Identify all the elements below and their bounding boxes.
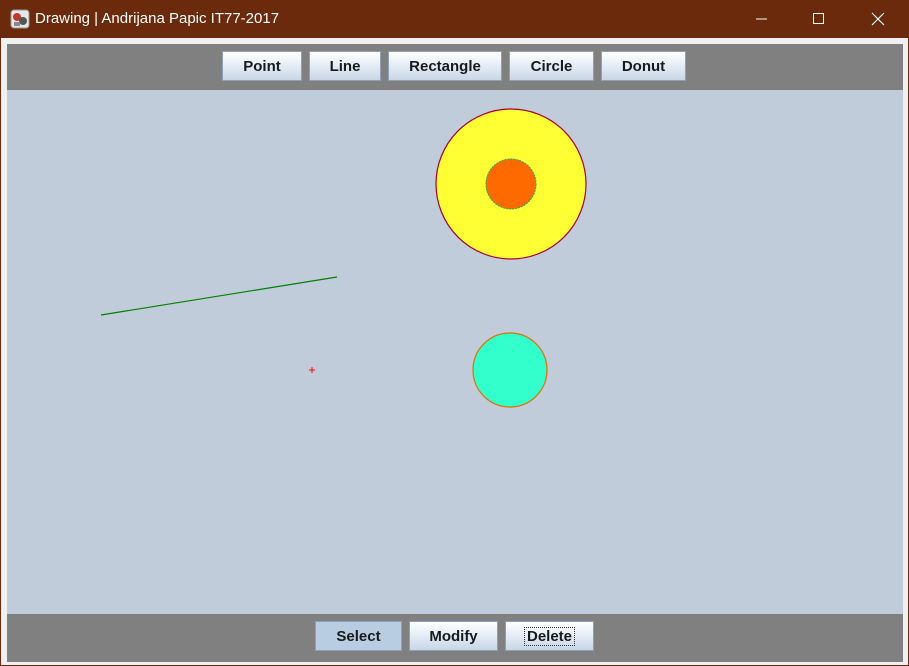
rectangle-button-label: Rectangle (409, 57, 481, 75)
title-bar[interactable]: Drawing | Andrijana Papic IT77-2017 (0, 0, 909, 38)
line-button[interactable]: Line (309, 51, 381, 81)
close-icon (871, 12, 885, 26)
select-button[interactable]: Select (315, 621, 402, 651)
maximize-icon (813, 13, 824, 24)
line-button-label: Line (329, 57, 361, 75)
canvas-surface[interactable] (7, 90, 903, 614)
shape-toolbar: Point Line Rectangle Circle Donut (7, 44, 903, 90)
delete-button-label: Delete (523, 626, 576, 646)
window-title: Drawing | Andrijana Papic IT77-2017 (35, 10, 280, 27)
circle-shape[interactable] (472, 332, 548, 408)
app-window: Drawing | Andrijana Papic IT77-2017 Poin… (0, 0, 909, 666)
window-content: Point Line Rectangle Circle Donut Select… (1, 38, 908, 665)
donut-button-label: Donut (621, 57, 666, 75)
minimize-button[interactable] (733, 0, 791, 38)
minimize-icon (756, 18, 767, 20)
donut-button[interactable]: Donut (601, 51, 686, 81)
point-button-label: Point (243, 57, 281, 75)
drawing-canvas[interactable] (7, 90, 903, 614)
modify-button[interactable]: Modify (409, 621, 498, 651)
app-drawing-icon (10, 9, 30, 29)
action-toolbar: Select Modify Delete (7, 614, 903, 662)
delete-button[interactable]: Delete (505, 621, 594, 651)
close-button[interactable] (849, 0, 907, 38)
modify-button-label: Modify (429, 627, 478, 645)
line-shape[interactable] (100, 276, 338, 316)
circle-button[interactable]: Circle (509, 51, 594, 81)
circle-button-label: Circle (530, 57, 573, 75)
rectangle-button[interactable]: Rectangle (388, 51, 502, 81)
select-button-label: Select (336, 627, 381, 645)
maximize-button[interactable] (790, 0, 848, 38)
point-shape[interactable] (309, 367, 315, 373)
point-button[interactable]: Point (222, 51, 302, 81)
donut-inner-circle (485, 158, 537, 210)
